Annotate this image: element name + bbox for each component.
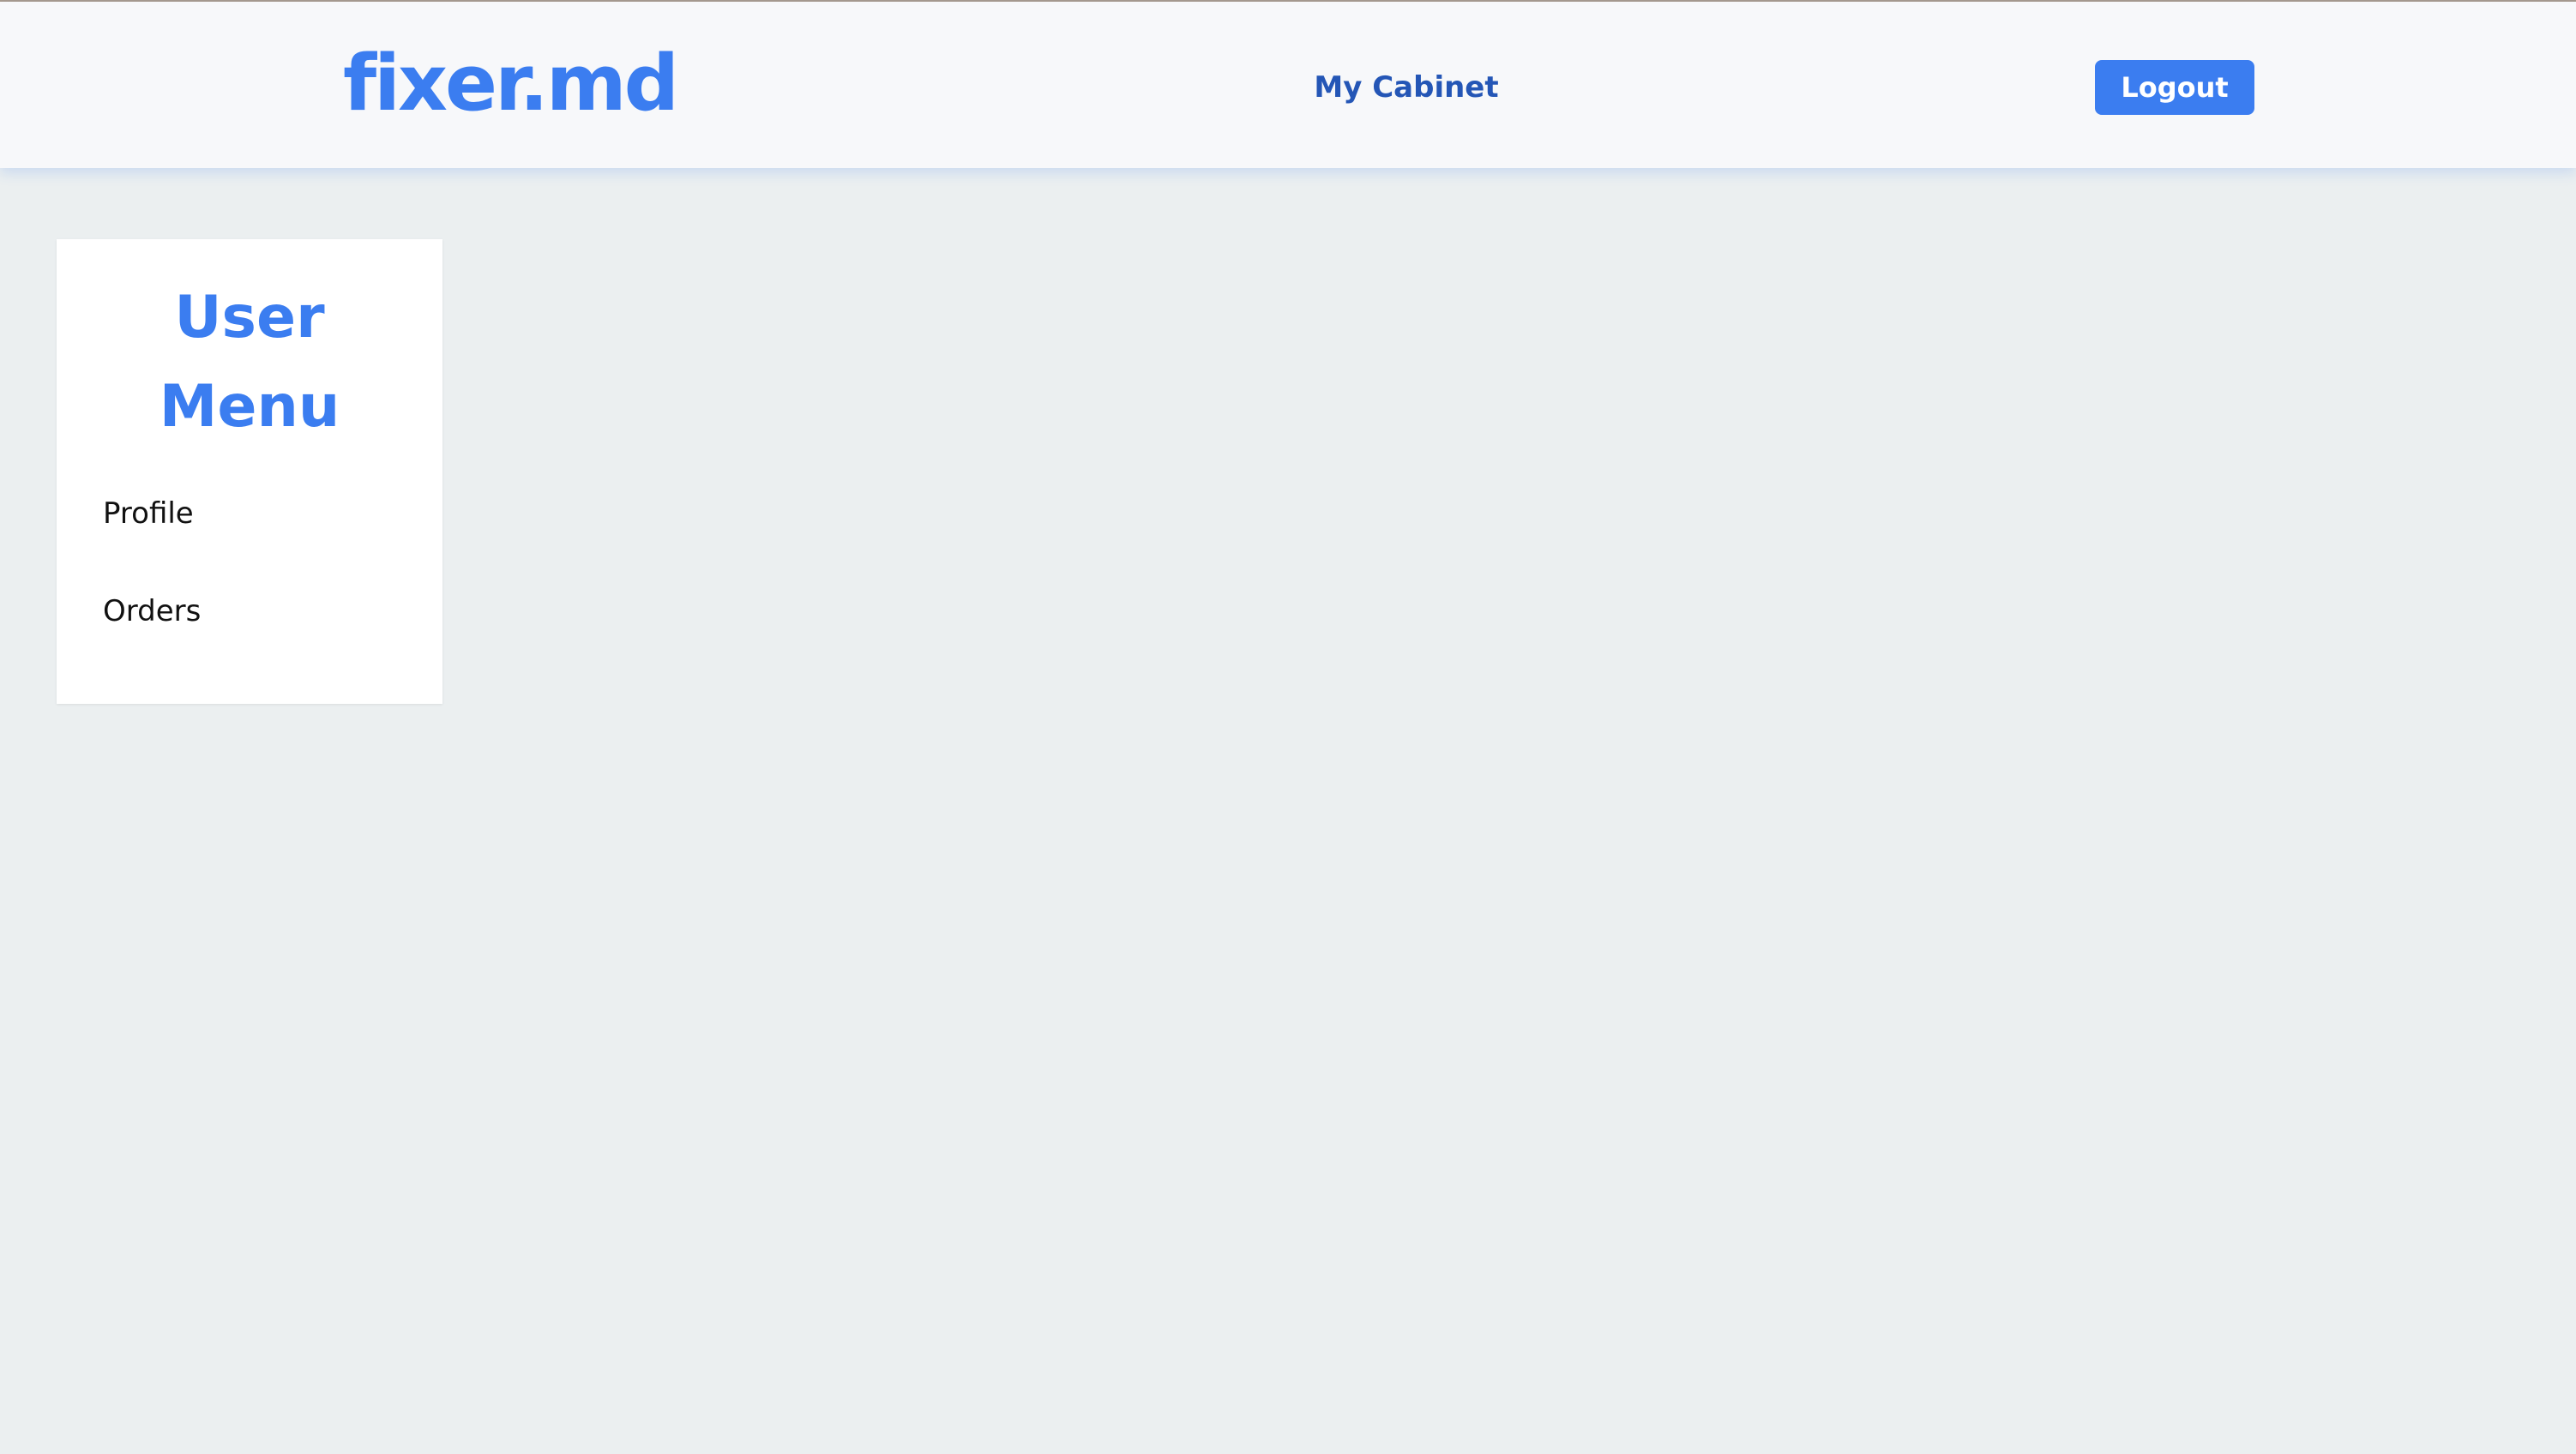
user-menu-title-line1: User <box>174 284 325 351</box>
menu-item-orders[interactable]: Orders <box>103 586 201 637</box>
logout-button[interactable]: Logout <box>2095 60 2254 115</box>
nav-link-my-cabinet[interactable]: My Cabinet <box>1235 62 1578 113</box>
user-menu-title: User Menu <box>57 239 442 452</box>
menu-item-profile[interactable]: Profile <box>103 488 201 539</box>
brand-logo[interactable]: fixer.md <box>343 39 679 129</box>
top-header: fixer.md My Cabinet Logout <box>0 2 2576 168</box>
user-menu-list: Profile Orders <box>103 488 201 683</box>
user-menu-panel: User Menu Profile Orders <box>57 239 442 704</box>
user-menu-title-line2: Menu <box>159 373 340 441</box>
